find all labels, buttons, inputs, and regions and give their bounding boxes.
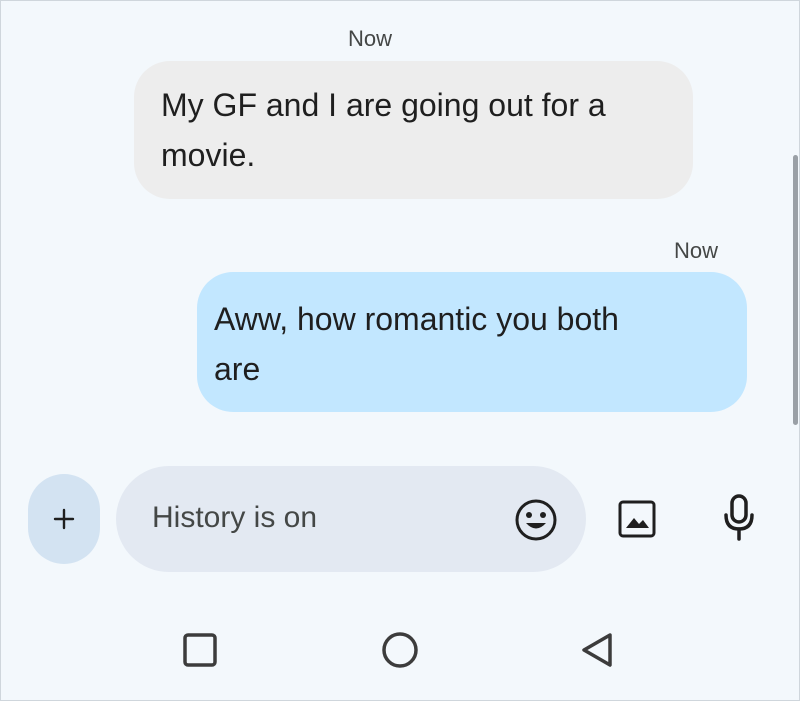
emoji-button[interactable]	[512, 496, 560, 544]
plus-icon	[53, 508, 75, 530]
message-timestamp: Now	[674, 238, 719, 263]
conversation-scrollbar[interactable]	[793, 155, 798, 425]
gallery-button[interactable]	[614, 496, 660, 542]
message-text-line: movie.	[161, 137, 256, 173]
message-text-line: Aww, how romantic you both	[214, 301, 619, 337]
attach-plus-button[interactable]	[28, 474, 100, 564]
system-navigation-bar	[0, 610, 800, 690]
triangle-back-icon	[582, 633, 612, 667]
recents-button[interactable]	[176, 626, 224, 674]
message-timestamp: Now	[348, 26, 393, 51]
back-button[interactable]	[573, 626, 621, 674]
square-icon	[183, 633, 217, 667]
image-icon	[618, 500, 656, 538]
emoji-icon	[515, 499, 557, 541]
message-text-line: My GF and I are going out for a	[161, 87, 606, 123]
voice-input-button[interactable]	[716, 492, 762, 544]
message-input[interactable]	[152, 498, 492, 538]
outgoing-message-bubble[interactable]: Aww, how romantic you both are	[197, 272, 747, 412]
home-button[interactable]	[376, 626, 424, 674]
incoming-message-bubble[interactable]: My GF and I are going out for a movie.	[134, 61, 693, 199]
circle-icon	[382, 632, 418, 668]
message-text-line: are	[214, 351, 261, 387]
microphone-icon	[724, 494, 754, 541]
compose-field[interactable]	[116, 466, 586, 572]
